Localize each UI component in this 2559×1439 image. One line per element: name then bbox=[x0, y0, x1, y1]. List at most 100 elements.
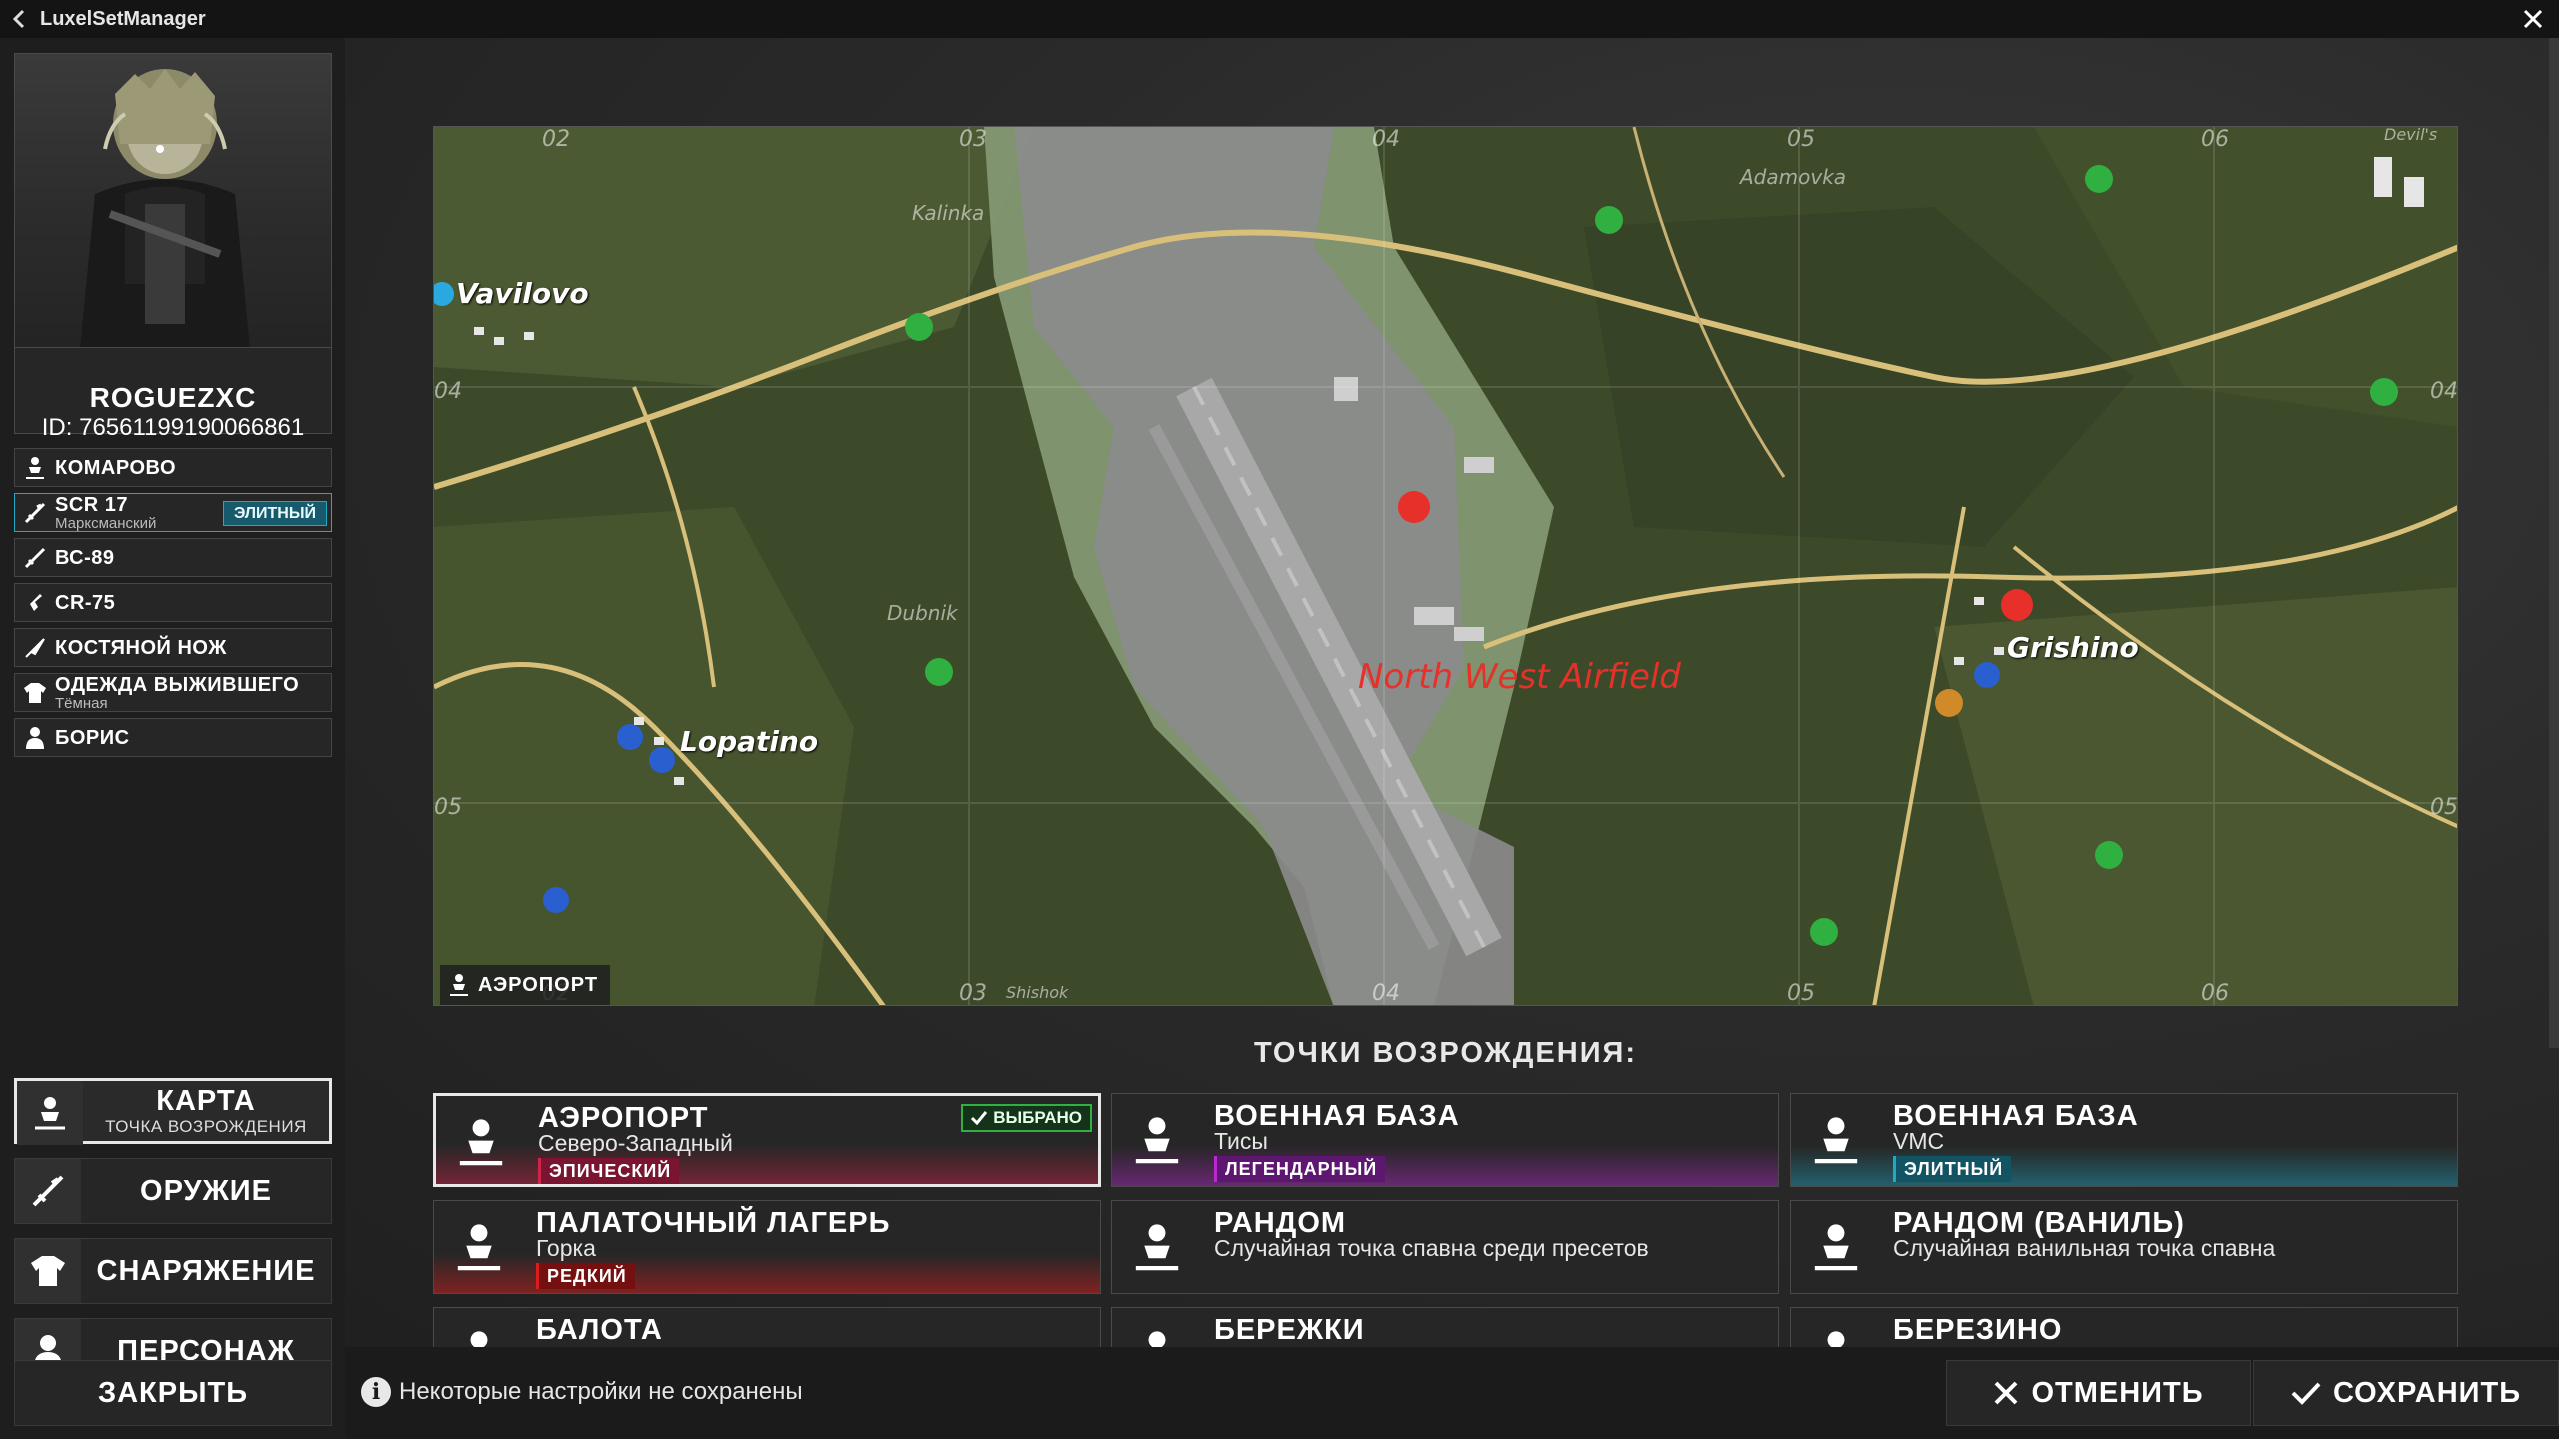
spawn-card-airport[interactable]: АЭРОПОРТ Северо-Западный ЭПИЧЕСКИЙ ВЫБРА… bbox=[433, 1093, 1101, 1187]
spawn-map[interactable]: Vavilovo Lopatino Grishino North West Ai… bbox=[433, 126, 2458, 1006]
grid-label: 04 bbox=[1372, 981, 1400, 1006]
sidebar: ROGUEZXC ID: 76561199190066861 КОМАРОВО … bbox=[0, 38, 345, 1439]
loadout-list: КОМАРОВО SCR 17 Марксманский ЭЛИТНЫЙ ВС-… bbox=[14, 448, 332, 763]
grid-label: 03 bbox=[959, 981, 987, 1006]
loadout-sub: Марксманский bbox=[55, 514, 157, 532]
loadout-item-clothing[interactable]: ОДЕЖДА ВЫЖИВШЕГО Тёмная bbox=[14, 673, 332, 712]
spawn-card-sub: Горка bbox=[536, 1235, 596, 1261]
grid-label: 05 bbox=[434, 795, 462, 820]
close-icon bbox=[2523, 9, 2543, 29]
spawn-card-sub: Случайная ванильная точка спавна bbox=[1893, 1235, 2276, 1261]
pistol-icon bbox=[15, 591, 55, 615]
knife-icon bbox=[15, 636, 55, 660]
spawn-points-title: ТОЧКИ ВОЗРОЖДЕНИЯ: bbox=[1253, 1037, 1638, 1069]
map-place-devils: Devil's bbox=[2384, 126, 2438, 144]
rifle-icon bbox=[15, 1159, 81, 1223]
map-selected-badge: АЭРОПОРТ bbox=[440, 965, 611, 1005]
spawn-card-berezhki[interactable]: БЕРЕЖКИ bbox=[1111, 1307, 1779, 1347]
map-label-grishino: Grishino bbox=[2007, 631, 2139, 664]
loadout-label: ВС-89 bbox=[55, 546, 115, 569]
close-icon bbox=[1995, 1381, 2018, 1405]
cancel-label: ОТМЕНИТЬ bbox=[2031, 1376, 2204, 1409]
loadout-label: ОДЕЖДА ВЫЖИВШЕГО bbox=[55, 673, 300, 696]
grid-label: 04 bbox=[434, 379, 462, 404]
map-pin-person-icon bbox=[450, 1111, 512, 1173]
map-place-dubnik: Dubnik bbox=[887, 601, 958, 625]
map-pin-person-icon bbox=[448, 1216, 510, 1278]
spawn-card-title: БЕРЕЗИНО bbox=[1893, 1314, 2063, 1346]
close-button[interactable]: ЗАКРЫТЬ bbox=[14, 1360, 332, 1426]
nav-gear-button[interactable]: СНАРЯЖЕНИЕ bbox=[14, 1238, 332, 1304]
grid-label: 05 bbox=[1787, 127, 1815, 152]
player-name: ROGUEZXC bbox=[89, 382, 257, 413]
check-icon bbox=[2291, 1382, 2321, 1405]
map-pin-person-icon bbox=[1126, 1216, 1188, 1278]
scrollbar[interactable] bbox=[2549, 38, 2559, 1048]
bottom-bar: i Некоторые настройки не сохранены ОТМЕН… bbox=[345, 1347, 2559, 1439]
map-label-vavilovo: Vavilovo bbox=[456, 277, 589, 310]
grid-label: 06 bbox=[2201, 981, 2229, 1006]
unsaved-text: Некоторые настройки не сохранены bbox=[399, 1378, 803, 1405]
info-icon: i bbox=[361, 1377, 391, 1407]
grid-label: 05 bbox=[1787, 981, 1815, 1006]
spawn-card-sub: VMC bbox=[1893, 1128, 1945, 1154]
loadout-item-primary[interactable]: SCR 17 Марксманский ЭЛИТНЫЙ bbox=[14, 493, 332, 532]
loadout-item-spawn[interactable]: КОМАРОВО bbox=[14, 448, 332, 487]
selected-badge: ВЫБРАНО bbox=[961, 1104, 1092, 1132]
loadout-item-knife[interactable]: КОСТЯНОЙ НОЖ bbox=[14, 628, 332, 667]
app-title: LuxelSetManager bbox=[40, 7, 206, 30]
map-pin-person-icon bbox=[1126, 1109, 1188, 1171]
nav-map-button[interactable]: КАРТА ТОЧКА ВОЗРОЖДЕНИЯ bbox=[14, 1078, 332, 1145]
map-badge-label: АЭРОПОРТ bbox=[478, 973, 599, 996]
rifle-icon bbox=[15, 546, 55, 570]
spawn-card-sub: Северо-Западный bbox=[538, 1130, 733, 1156]
map-label-airfield: North West Airfield bbox=[1358, 657, 1681, 697]
map-pin-person-icon bbox=[15, 456, 55, 480]
shirt-icon bbox=[15, 1239, 81, 1303]
spawn-card-military-vmc[interactable]: ВОЕННАЯ БАЗА VMC ЭЛИТНЫЙ bbox=[1790, 1093, 2458, 1187]
person-icon bbox=[15, 726, 55, 750]
title-bar: LuxelSetManager bbox=[0, 0, 2559, 38]
loadout-label: CR-75 bbox=[55, 591, 116, 614]
grid-label: 05 bbox=[2430, 795, 2458, 820]
nav-weapons-button[interactable]: ОРУЖИЕ bbox=[14, 1158, 332, 1224]
map-place-shishok: Shishok bbox=[1006, 983, 1069, 1002]
back-icon[interactable] bbox=[12, 0, 32, 38]
unsaved-notice: i Некоторые настройки не сохранены bbox=[361, 1377, 803, 1407]
save-button[interactable]: СОХРАНИТЬ bbox=[2253, 1360, 2559, 1426]
loadout-item-character[interactable]: БОРИС bbox=[14, 718, 332, 757]
grid-label: 02 bbox=[542, 127, 570, 152]
map-pin-person-icon bbox=[17, 1081, 83, 1145]
map-pin-person-icon bbox=[448, 1323, 510, 1347]
nav-map-sub: ТОЧКА ВОЗРОЖДЕНИЯ bbox=[105, 1117, 307, 1136]
save-label: СОХРАНИТЬ bbox=[2332, 1376, 2522, 1409]
map-place-adamovka: Adamovka bbox=[1740, 165, 1847, 189]
spawn-card-title: БЕРЕЖКИ bbox=[1214, 1314, 1365, 1346]
rifle-icon bbox=[15, 501, 55, 525]
shirt-icon bbox=[15, 682, 55, 704]
close-window-button[interactable] bbox=[2507, 0, 2559, 38]
spawn-card-berezino[interactable]: БЕРЕЗИНО bbox=[1790, 1307, 2458, 1347]
loadout-sub: Тёмная bbox=[55, 694, 108, 712]
loadout-label: КОМАРОВО bbox=[55, 456, 177, 479]
rarity-badge: ЭЛИТНЫЙ bbox=[1893, 1156, 2012, 1182]
spawn-card-balota[interactable]: БАЛОТА bbox=[433, 1307, 1101, 1347]
grid-label: 03 bbox=[959, 127, 987, 152]
spawn-card-tent-camp[interactable]: ПАЛАТОЧНЫЙ ЛАГЕРЬ Горка РЕДКИЙ bbox=[433, 1200, 1101, 1294]
map-pin-person-icon bbox=[1126, 1323, 1188, 1347]
cancel-button[interactable]: ОТМЕНИТЬ bbox=[1946, 1360, 2251, 1426]
nav-map-label: КАРТА bbox=[156, 1085, 256, 1117]
loadout-item-secondary[interactable]: ВС-89 bbox=[14, 538, 332, 577]
spawn-card-random[interactable]: РАНДОМ Случайная точка спавна среди прес… bbox=[1111, 1200, 1779, 1294]
rarity-badge: РЕДКИЙ bbox=[536, 1263, 635, 1289]
spawn-card-military-tisy[interactable]: ВОЕННАЯ БАЗА Тисы ЛЕГЕНДАРНЫЙ bbox=[1111, 1093, 1779, 1187]
rarity-badge: ЭЛИТНЫЙ bbox=[223, 501, 327, 526]
spawn-card-random-vanilla[interactable]: РАНДОМ (ВАНИЛЬ) Случайная ванильная точк… bbox=[1790, 1200, 2458, 1294]
spawn-card-title: БАЛОТА bbox=[536, 1314, 663, 1346]
map-pin-person-icon bbox=[1805, 1109, 1867, 1171]
grid-label: 04 bbox=[1372, 127, 1400, 152]
player-nameplate: ROGUEZXC ID: 76561199190066861 bbox=[14, 348, 332, 441]
player-id: ID: 76561199190066861 bbox=[41, 414, 305, 441]
loadout-label: БОРИС bbox=[55, 726, 130, 749]
loadout-item-pistol[interactable]: CR-75 bbox=[14, 583, 332, 622]
